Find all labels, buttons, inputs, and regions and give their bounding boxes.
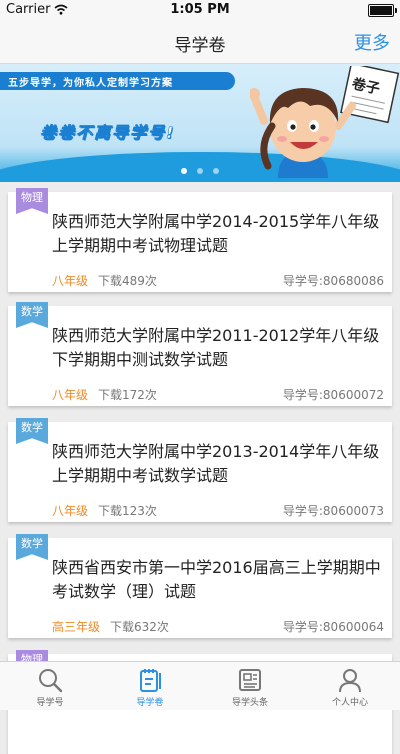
status-time: 1:05 PM (170, 2, 230, 17)
notebook-icon (140, 669, 161, 692)
battery-icon (368, 4, 397, 17)
paper-meta: 八年级 下载489次 导学号:80680086 (52, 272, 384, 289)
paper-title: 陕西师范大学附属中学2013-2014学年八年级上学期期中考试数学试题 (52, 442, 380, 485)
subject-tag: 数学 (16, 302, 48, 328)
download-count: 下载632次 (110, 620, 169, 634)
carousel-dot[interactable] (213, 168, 219, 174)
banner-tagline: 五步导学，为你私人定制学习方案 (8, 78, 173, 89)
search-icon (39, 669, 63, 693)
grade-label: 高三年级 (52, 620, 101, 634)
newspaper-icon (239, 669, 261, 691)
paper-meta: 高三年级 下载632次 导学号:80600064 (52, 618, 384, 635)
guide-number: 导学号:80600072 (282, 388, 384, 402)
subject-tag: 数学 (16, 534, 48, 560)
tab-label: 个人中心 (331, 698, 368, 708)
grade-label: 八年级 (52, 504, 89, 518)
grade-label: 八年级 (52, 274, 89, 288)
paper-card[interactable]: 数学 陕西省西安市第一中学2016届高三上学期期中考试数学（理）试题 高三年级下… (8, 534, 392, 638)
guide-number: 导学号:80600073 (282, 504, 384, 518)
tab-bar: 导学号 导学卷 导学头条 个人中心 (0, 661, 400, 710)
paper-card[interactable]: 数学 陕西师范大学附属中学2013-2014学年八年级上学期期中考试数学试题 八… (8, 418, 392, 522)
tab-profile[interactable]: 个人中心 (300, 662, 400, 710)
tab-headlines[interactable]: 导学头条 (200, 662, 300, 710)
download-count: 下载489次 (98, 274, 157, 288)
carousel-dot[interactable] (197, 168, 203, 174)
tab-guide-number[interactable]: 导学号 (0, 662, 100, 710)
promo-banner[interactable]: 五步导学，为你私人定制学习方案 卷卷不离导学号! 卷子 (0, 64, 400, 182)
tab-label: 导学头条 (231, 698, 268, 708)
download-count: 下载123次 (98, 504, 157, 518)
paper-card[interactable]: 物理 陕西师范大学附属中学2014-2015学年八年级上学期期中考试物理试题 八… (8, 188, 392, 292)
guide-number: 导学号:80600064 (282, 620, 384, 634)
subject-tag: 数学 (16, 418, 48, 444)
carousel-dot[interactable] (181, 168, 187, 174)
status-bar: Carrier 1:05 PM (0, 0, 400, 20)
subject-tag: 物理 (16, 188, 48, 214)
page-title: 导学卷 (174, 36, 226, 56)
more-button[interactable]: 更多 (354, 29, 390, 55)
paper-card[interactable]: 数学 陕西师范大学附属中学2011-2012学年八年级下学期期中测试数学试题 八… (8, 302, 392, 406)
person-icon (339, 669, 361, 693)
banner-slogan: 卷卷不离导学号! (40, 123, 176, 143)
grade-label: 八年级 (52, 388, 89, 402)
tab-label: 导学卷 (136, 698, 164, 708)
tab-label: 导学号 (36, 698, 64, 708)
download-count: 下载172次 (98, 388, 157, 402)
paper-meta: 八年级 下载172次 导学号:80600072 (52, 386, 384, 403)
carousel-indicator[interactable] (0, 168, 400, 174)
guide-number: 导学号:80680086 (282, 274, 384, 288)
paper-title: 陕西师范大学附属中学2014-2015学年八年级上学期期中考试物理试题 (52, 212, 380, 255)
navigation-bar: 导学卷 更多 (0, 20, 400, 64)
paper-meta: 八年级 下载123次 导学号:80600073 (52, 502, 384, 519)
paper-title: 陕西师范大学附属中学2011-2012学年八年级下学期期中测试数学试题 (52, 326, 380, 369)
tab-guide-paper[interactable]: 导学卷 (100, 662, 200, 710)
paper-title: 陕西省西安市第一中学2016届高三上学期期中考试数学（理）试题 (52, 558, 381, 601)
kid-illustration: 卷子 (250, 66, 400, 178)
